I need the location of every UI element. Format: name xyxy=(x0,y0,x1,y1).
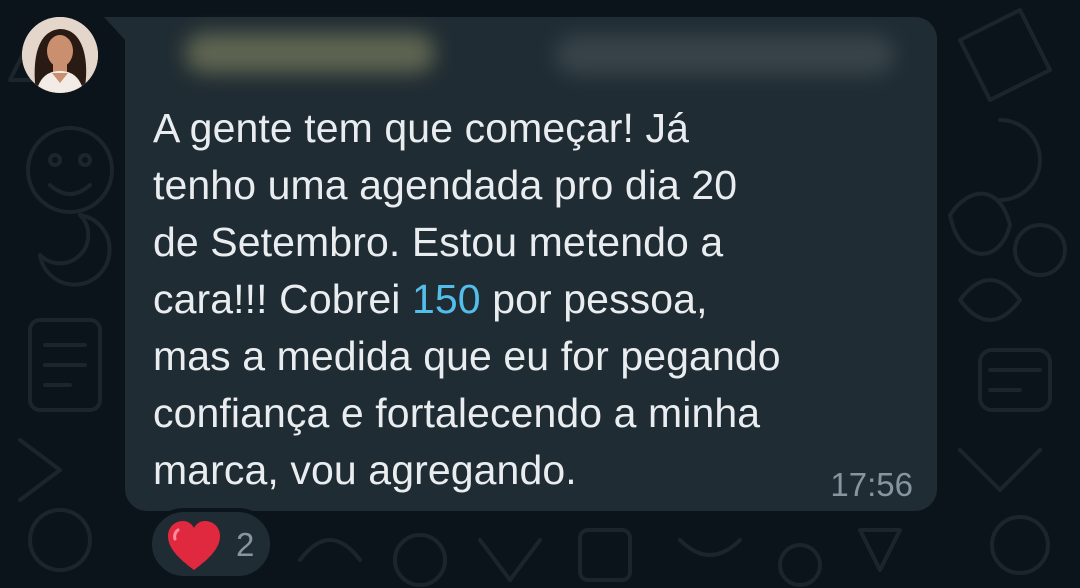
message-text: A gente tem que começar! Já tenho uma ag… xyxy=(153,100,898,499)
avatar-photo xyxy=(22,17,98,93)
sender-phone-blurred xyxy=(555,35,895,75)
chat-background: A gente tem que começar! Já tenho uma ag… xyxy=(0,0,1080,588)
bubble-tail xyxy=(104,17,126,41)
message-timestamp: 17:56 xyxy=(830,466,913,503)
reaction-count: 2 xyxy=(236,526,255,563)
message-bubble[interactable]: A gente tem que começar! Já tenho uma ag… xyxy=(125,17,937,511)
red-heart-icon xyxy=(168,521,220,570)
sender-avatar[interactable] xyxy=(22,17,98,93)
phone-number-link[interactable]: 150 xyxy=(412,276,481,322)
reaction-pill[interactable]: 2 xyxy=(148,508,274,580)
sender-name-blurred[interactable] xyxy=(185,33,435,73)
